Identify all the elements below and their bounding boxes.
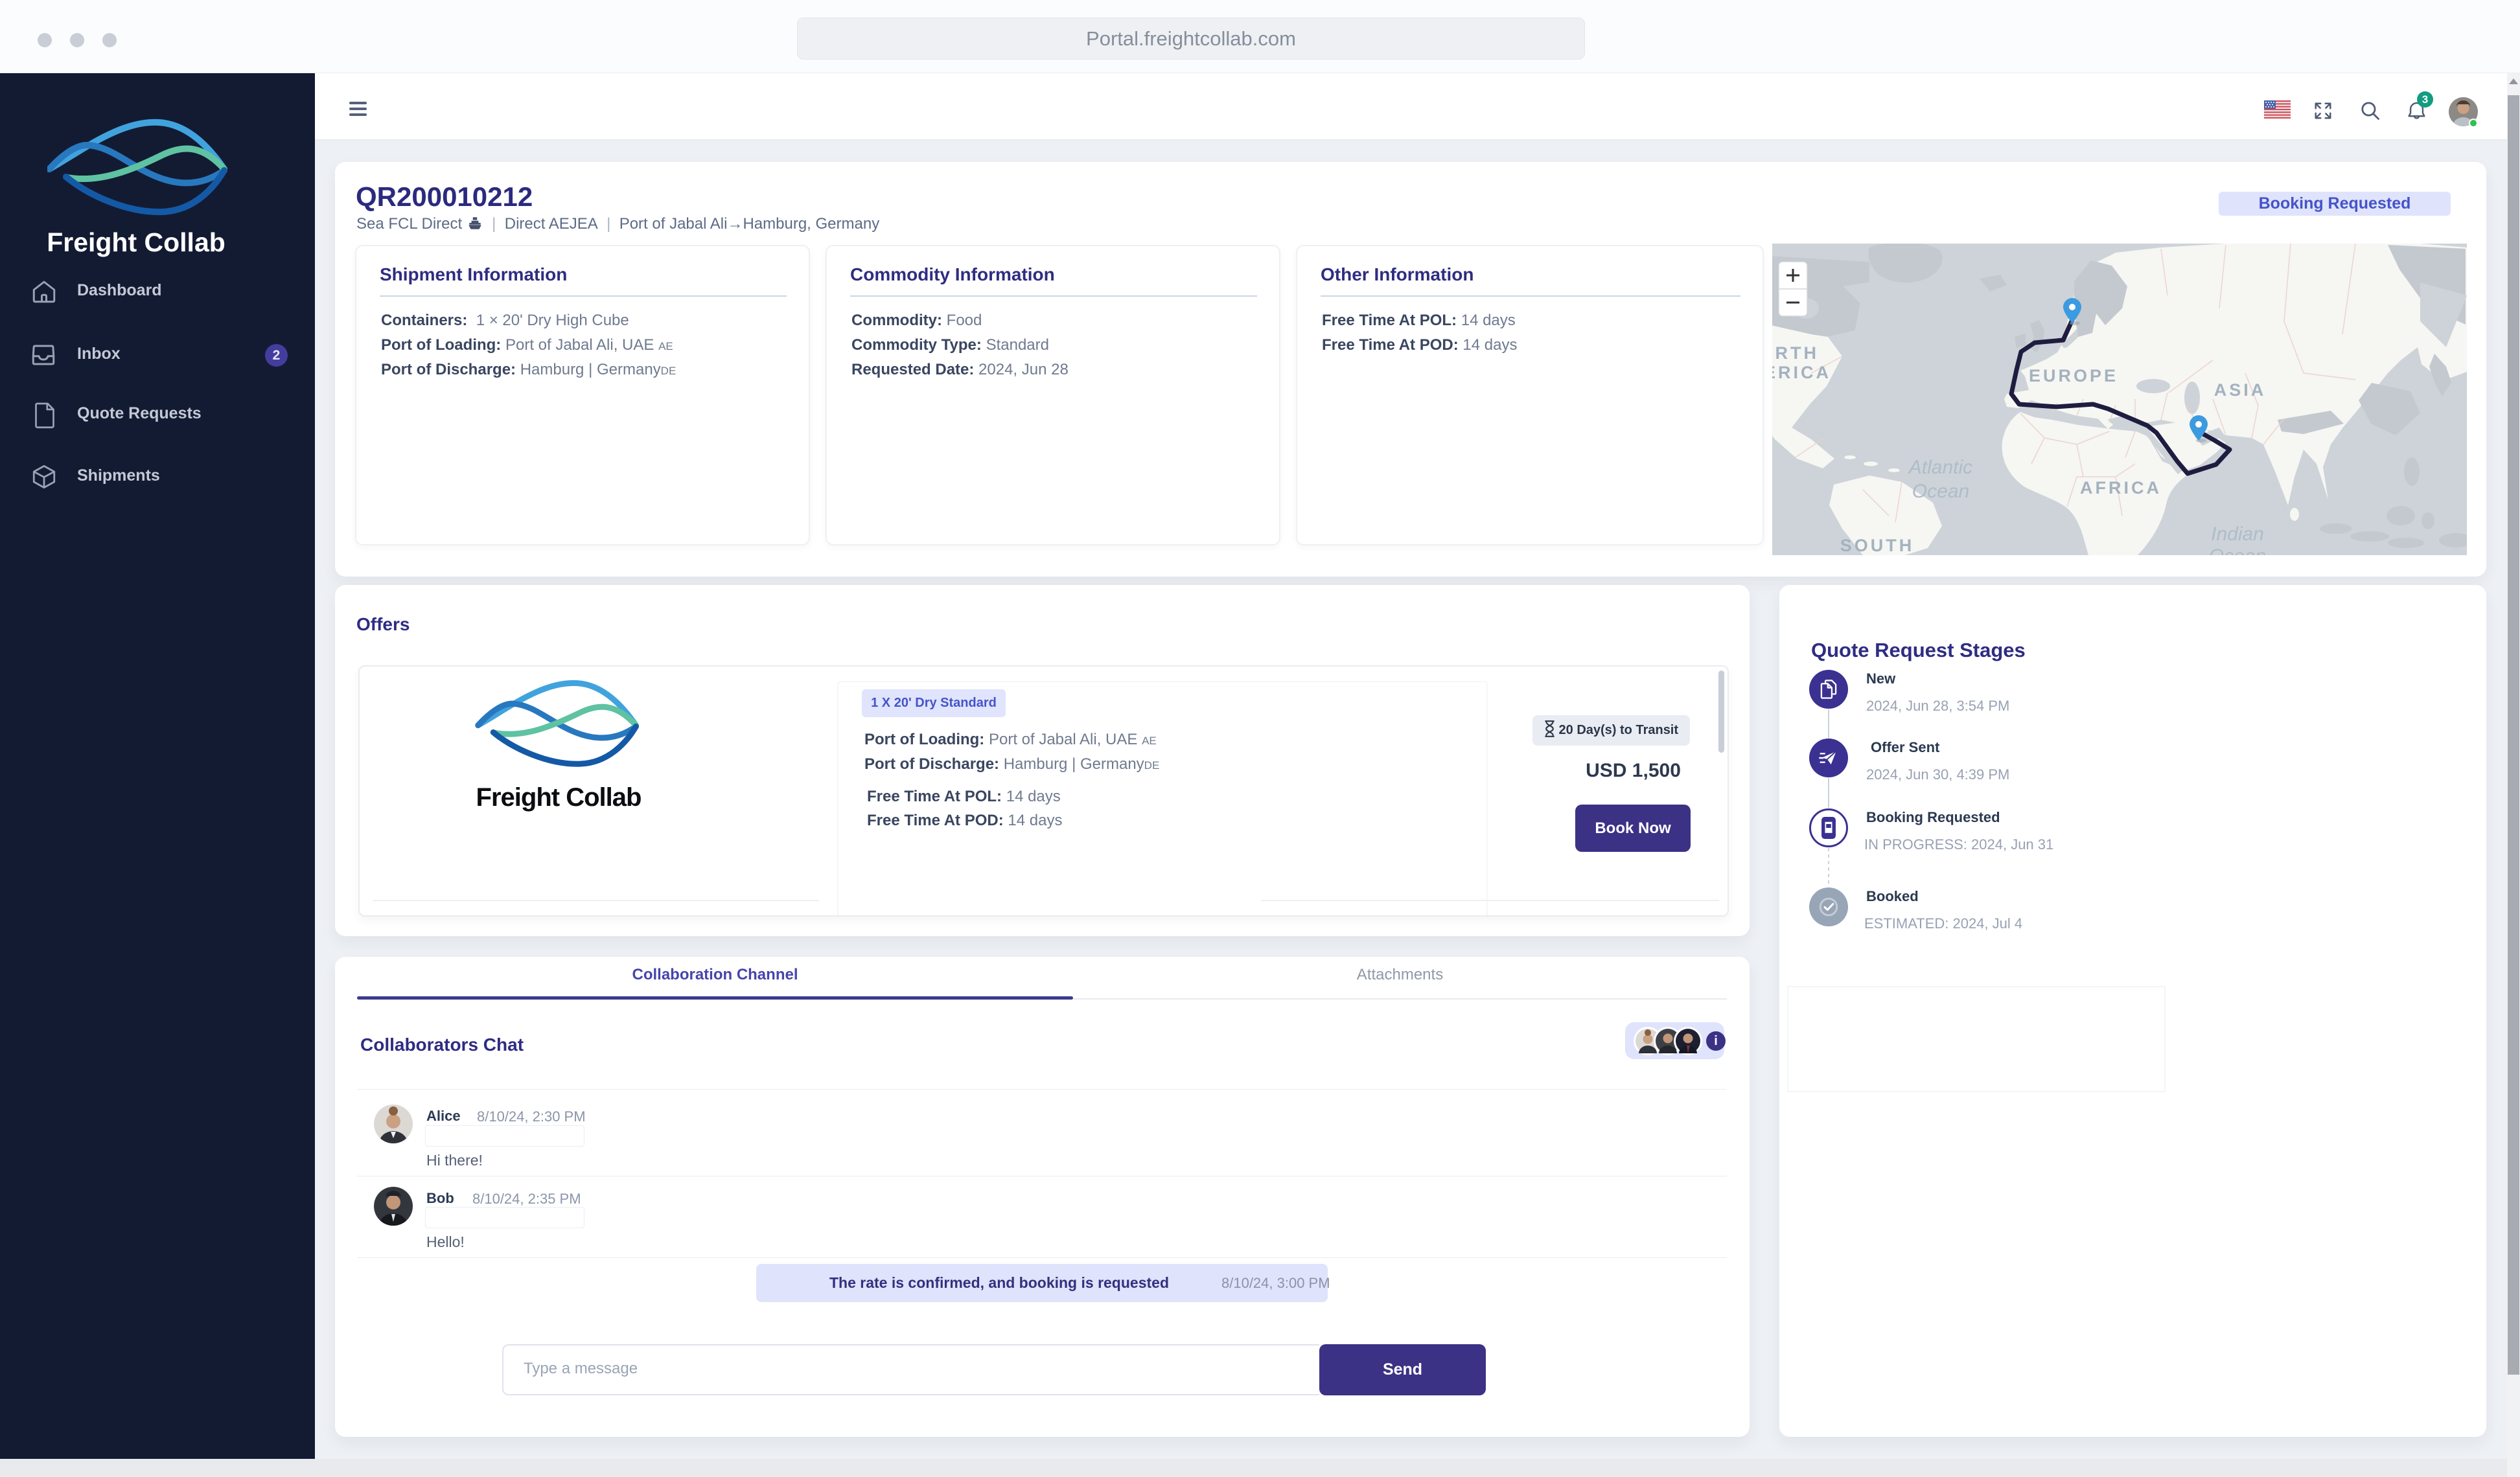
svg-text:AFRICA: AFRICA [2080, 478, 2162, 498]
svg-text:Indian: Indian [2211, 523, 2264, 545]
svg-text:NORTH: NORTH [1772, 343, 1819, 363]
svg-text:Ocean: Ocean [1912, 481, 1969, 502]
svg-text:Atlantic: Atlantic [1908, 457, 1972, 478]
svg-text:Ocean: Ocean [2209, 545, 2266, 555]
svg-text:AMERICA: AMERICA [1772, 363, 1831, 382]
svg-text:EUROPE: EUROPE [2029, 366, 2118, 385]
svg-text:SOUTH: SOUTH [1840, 536, 1915, 555]
svg-text:ASIA: ASIA [2214, 380, 2267, 400]
